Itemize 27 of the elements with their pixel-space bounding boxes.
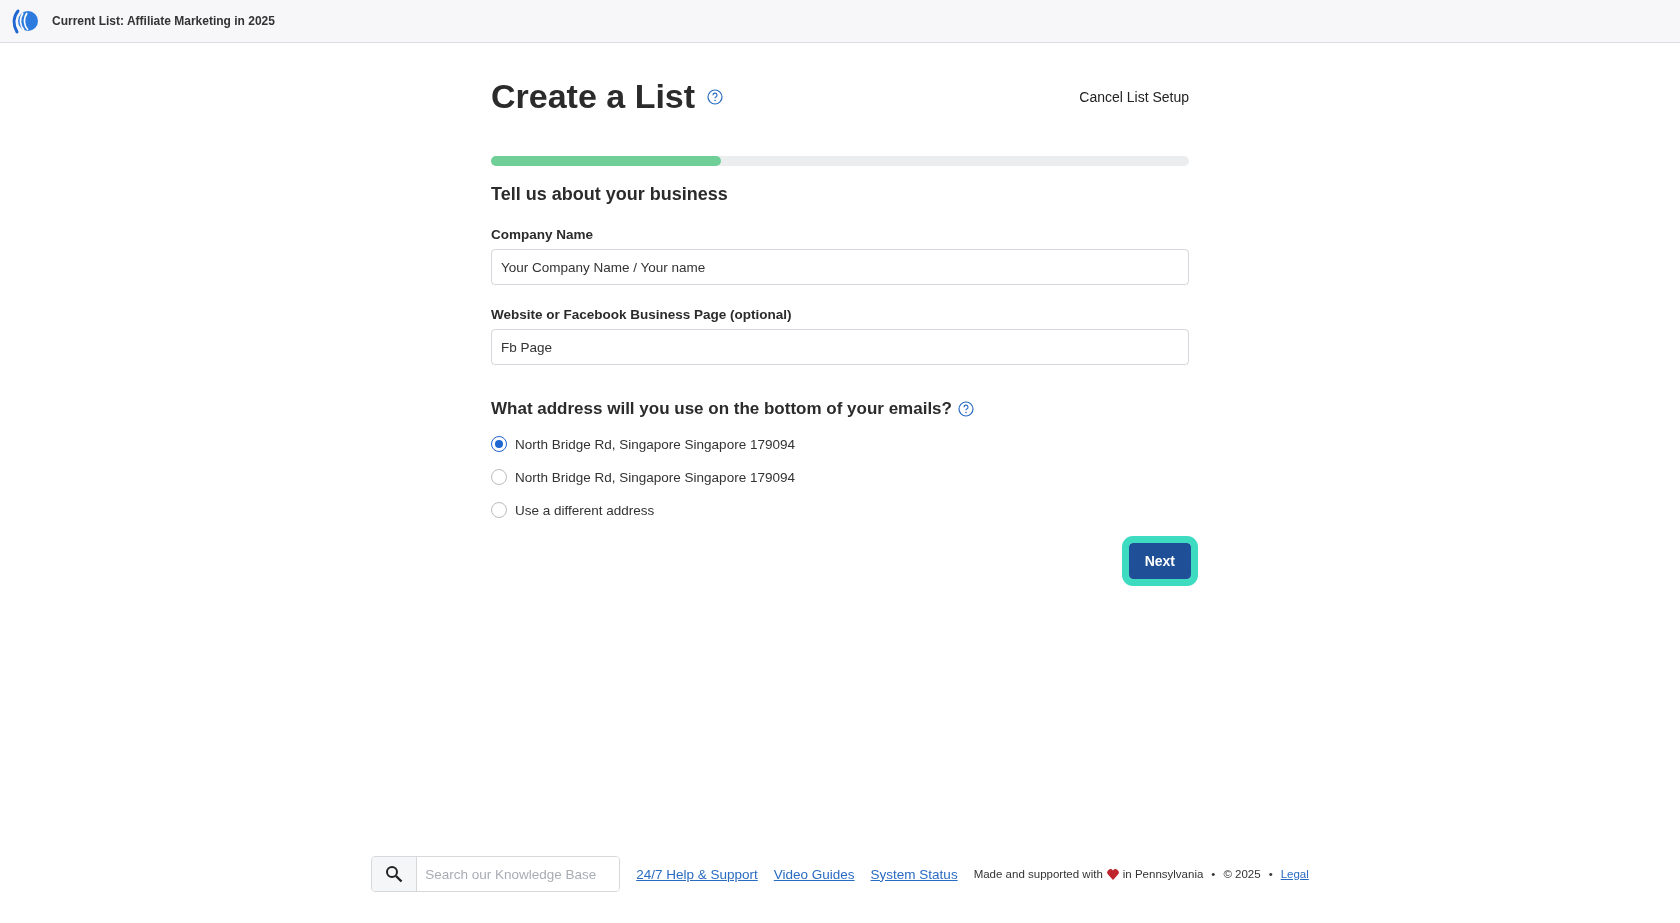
text-input-field[interactable]: Fb Page: [491, 329, 1189, 365]
radio-label[interactable]: North Bridge Rd, Singapore Singapore 179094: [515, 436, 795, 452]
separator-dot: •: [1211, 868, 1216, 880]
knowledge-base-search-field[interactable]: Search our Knowledge Base: [371, 856, 621, 892]
separator-dot: •: [1268, 868, 1273, 880]
field-label: Website or Facebook Business Page (optional): [491, 307, 793, 322]
section-title: Tell us about your business: [491, 184, 729, 205]
cancel-list-setup-link[interactable]: Cancel List Setup: [1079, 88, 1189, 105]
text-input-field[interactable]: Your Company Name / Your name: [491, 249, 1189, 285]
current-list-title: Current List: Affiliate Marketing in 2025: [52, 14, 275, 28]
location-text: in Pennsylvania: [1122, 868, 1204, 880]
heart-icon: [1106, 868, 1119, 880]
footer-link[interactable]: Video Guides: [773, 866, 855, 882]
legal-link[interactable]: Legal: [1280, 868, 1309, 880]
help-icon[interactable]: [707, 88, 724, 105]
help-icon[interactable]: [957, 401, 974, 417]
footer-link[interactable]: System Status: [870, 866, 958, 882]
search-icon: [385, 865, 404, 883]
page-title: Create a List: [491, 77, 696, 116]
copyright-text: © 2025: [1223, 868, 1261, 880]
footer-link[interactable]: 24/7 Help & Support: [636, 866, 758, 882]
radio-label[interactable]: Use a different address: [515, 502, 655, 518]
field-label: Company Name: [491, 227, 595, 242]
made-with-text: Made and supported with: [973, 868, 1103, 880]
radio-label[interactable]: North Bridge Rd, Singapore Singapore 179094: [515, 469, 795, 485]
logo-icon[interactable]: [10, 7, 38, 35]
address-question: What address will you use on the bottom of your emails?: [491, 399, 952, 419]
